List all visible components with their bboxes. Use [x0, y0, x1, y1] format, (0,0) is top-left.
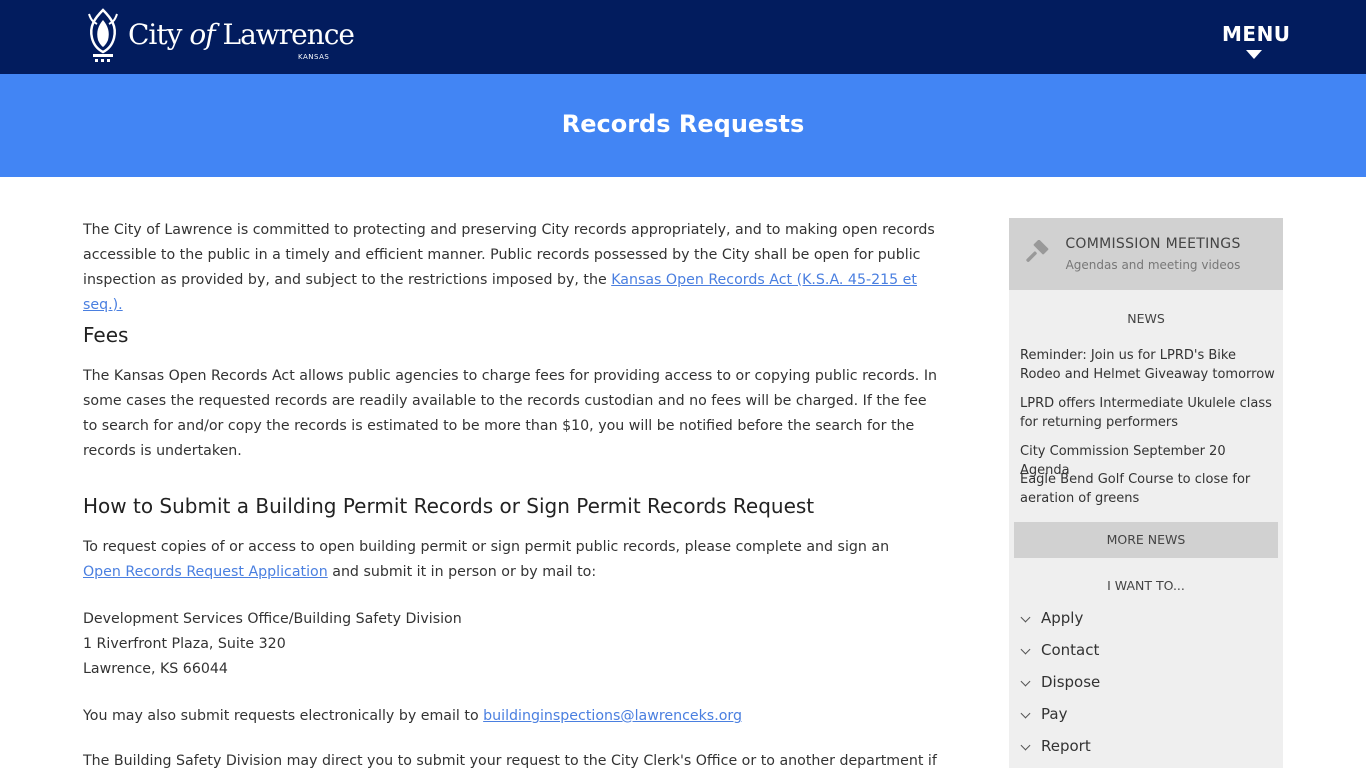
logo-state: KANSAS	[298, 53, 330, 61]
i-want-to-label: Contact	[1041, 641, 1100, 659]
chevron-down-icon	[1020, 740, 1031, 751]
how-to-submit-paragraph: To request copies of or access to open b…	[83, 535, 913, 585]
email-link[interactable]: buildinginspections@lawrenceks.org	[483, 708, 742, 724]
how-text-before: To request copies of or access to open b…	[83, 539, 890, 555]
commission-title: COMMISSION MEETINGS	[1065, 236, 1241, 252]
news-item[interactable]: Reminder: Join us for LPRD's Bike Rodeo …	[1020, 346, 1276, 384]
news-item[interactable]: LPRD offers Intermediate Ukulele class f…	[1020, 394, 1276, 432]
city-logo-link[interactable]: City of Lawrence KANSAS	[83, 8, 355, 64]
email-text: You may also submit requests electronica…	[83, 708, 484, 724]
page-title: Records Requests	[561, 110, 805, 138]
news-heading: NEWS	[1127, 311, 1165, 326]
chevron-down-icon	[1020, 708, 1031, 719]
mailing-address: Development Services Office/Building Saf…	[83, 607, 462, 682]
i-want-to-label: Report	[1041, 737, 1091, 755]
i-want-to-heading: I WANT TO...	[1107, 578, 1185, 593]
sidebar: COMMISSION MEETINGS Agendas and meeting …	[1009, 218, 1283, 768]
chevron-down-icon	[1020, 676, 1031, 687]
address-line-3: Lawrence, KS 66044	[83, 661, 228, 677]
flame-logo-icon	[88, 8, 118, 62]
menu-button[interactable]: MENU	[1222, 22, 1291, 66]
more-news-button[interactable]: MORE NEWS	[1014, 522, 1278, 558]
fees-paragraph: The Kansas Open Records Act allows publi…	[83, 368, 937, 459]
address-line-1: Development Services Office/Building Saf…	[83, 611, 462, 627]
how-to-submit-heading: How to Submit a Building Permit Records …	[83, 494, 815, 518]
fees-heading: Fees	[83, 323, 129, 347]
direct-paragraph: The Building Safety Division may direct …	[83, 753, 937, 768]
how-text-after: and submit it in person or by mail to:	[327, 564, 597, 580]
address-line-2: 1 Riverfront Plaza, Suite 320	[83, 636, 286, 652]
chevron-down-icon	[1020, 644, 1031, 655]
commission-subtitle: Agendas and meeting videos	[1065, 258, 1241, 272]
i-want-to-label: Dispose	[1041, 673, 1101, 691]
i-want-to-label: Pay	[1041, 705, 1068, 723]
news-item[interactable]: Eagle Bend Golf Course to close for aera…	[1020, 470, 1276, 508]
commission-meetings-button[interactable]: COMMISSION MEETINGS Agendas and meeting …	[1009, 218, 1283, 290]
menu-label: MENU	[1222, 22, 1291, 46]
chevron-down-icon	[1020, 612, 1031, 623]
caret-down-icon	[1246, 50, 1262, 59]
logo-wordmark: City of Lawrence	[128, 18, 355, 51]
intro-paragraph: The City of Lawrence is committed to pro…	[83, 218, 943, 318]
application-link[interactable]: Open Records Request Application	[83, 564, 328, 580]
email-paragraph: You may also submit requests electronica…	[83, 704, 943, 729]
site-header: City of Lawrence KANSAS MENU	[0, 0, 1366, 74]
page-banner: Records Requests	[0, 74, 1366, 177]
i-want-to-label: Apply	[1041, 609, 1084, 627]
